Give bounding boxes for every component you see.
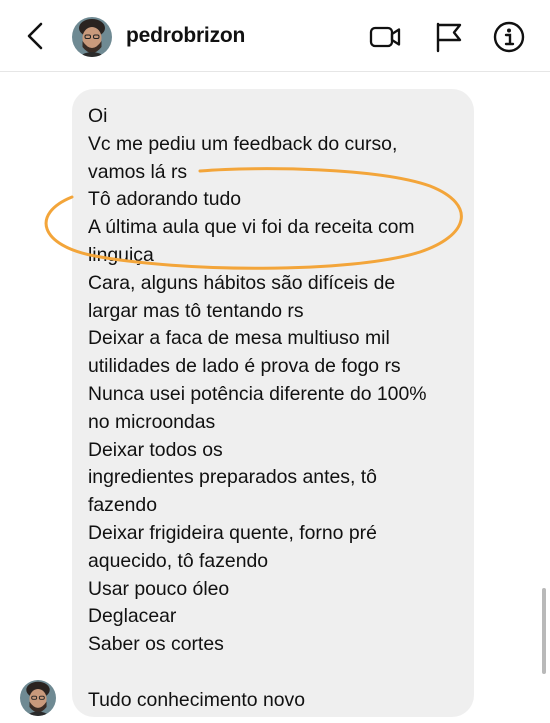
message-line: Tudo conhecimento novo xyxy=(88,688,306,711)
chat-username[interactable]: pedrobrizon xyxy=(126,24,245,48)
back-arrow-icon xyxy=(27,22,43,50)
message-line: Usar pouco óleo xyxy=(88,577,230,600)
back-button[interactable] xyxy=(20,18,54,54)
message-line: Saber os cortes xyxy=(88,633,224,656)
message-line: A última aula que vi foi da receita com xyxy=(88,216,415,239)
message-line: Tô adorando tudo xyxy=(88,188,242,211)
message-line: Vc me pediu um feedback do curso, xyxy=(88,132,398,155)
message-line: largar mas tô tentando rs xyxy=(88,299,304,322)
flag-icon xyxy=(436,22,462,53)
report-flag-button[interactable] xyxy=(432,20,466,54)
message-line: Deixar todos os xyxy=(88,438,223,461)
message-line: Cara, alguns hábitos são difíceis de xyxy=(88,271,396,294)
message-line: Deglacear xyxy=(88,605,177,628)
message-bubble[interactable]: Oi Vc me pediu um feedback do curso, vam… xyxy=(72,89,474,717)
sender-avatar[interactable] xyxy=(20,680,56,716)
avatar-image xyxy=(20,680,56,716)
info-icon xyxy=(493,21,525,53)
video-call-button[interactable] xyxy=(368,20,402,54)
message-line: vamos lá rs xyxy=(88,160,188,183)
message-line: Deixar a faca de mesa multiuso mil xyxy=(88,327,390,350)
message-line: Deixar frigideira quente, forno pré xyxy=(88,521,377,544)
message-line: no microondas xyxy=(88,410,216,433)
message-line: utilidades de lado é prova de fogo rs xyxy=(88,355,401,378)
chat-header: pedrobrizon xyxy=(0,0,550,72)
message-line: ingredientes preparados antes, tô xyxy=(88,466,377,489)
message-line: Oi xyxy=(88,105,108,127)
avatar-image xyxy=(72,17,112,57)
scrollbar-thumb[interactable] xyxy=(542,588,546,674)
avatar[interactable] xyxy=(72,17,112,57)
video-call-icon xyxy=(369,26,401,48)
conversation-info-button[interactable] xyxy=(492,20,526,54)
message-line: linguiça xyxy=(88,243,154,266)
message-line: aquecido, tô fazendo xyxy=(88,549,269,572)
message-line: Nunca usei potência diferente do 100% xyxy=(88,382,427,405)
message-line: fazendo xyxy=(88,494,158,517)
